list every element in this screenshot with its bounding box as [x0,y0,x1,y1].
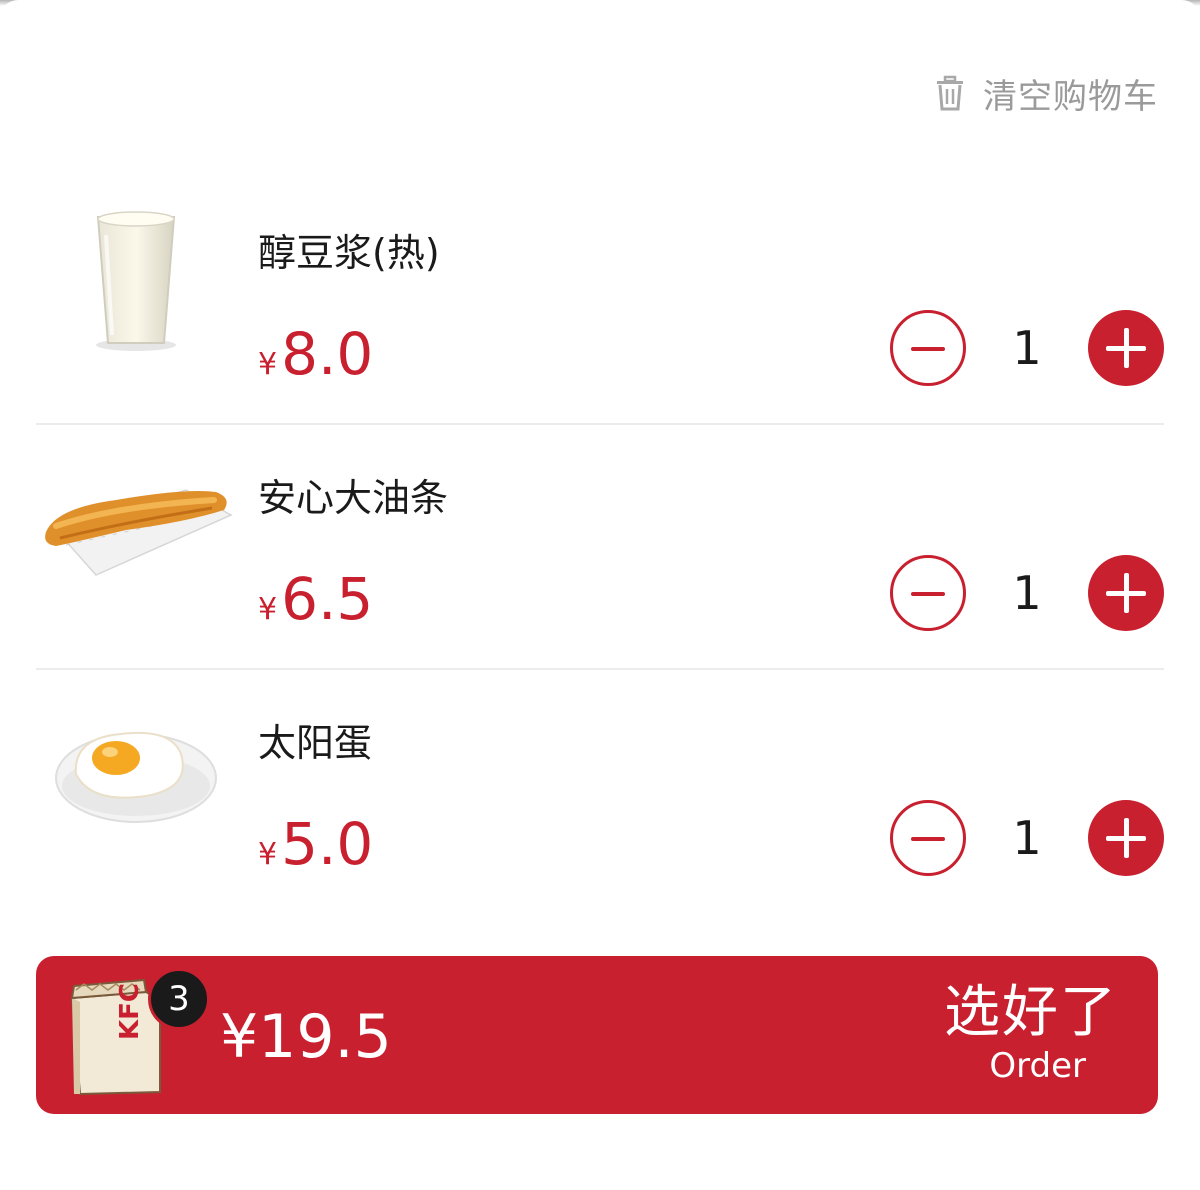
quantity-stepper: 1 [890,800,1164,876]
increase-button[interactable] [1088,800,1164,876]
quantity-value: 1 [1012,566,1042,620]
decrease-button[interactable] [890,310,966,386]
cart-page: 清空购物车 醇豆浆(热) ¥ 8.0 1 安心大油条 ¥ 6.5 1 太阳蛋 ¥… [0,0,1200,1190]
cart-item: 安心大油条 ¥ 6.5 1 [36,425,1164,670]
soy-milk-image [36,180,236,380]
item-name: 太阳蛋 [258,721,373,765]
bag-logo-text: KFC [115,983,145,1040]
order-bar: KFC 3 ¥19.5 选好了 Order [36,956,1158,1114]
decrease-button[interactable] [890,555,966,631]
trash-icon [937,75,963,111]
quantity-value: 1 [1012,321,1042,375]
item-name: 醇豆浆(热) [258,231,440,275]
currency-symbol: ¥ [258,592,278,627]
increase-button[interactable] [1088,310,1164,386]
item-price: ¥ 6.5 [258,565,373,633]
currency-symbol: ¥ [258,837,278,872]
order-button-en: Order [989,1046,1086,1086]
quantity-value: 1 [1012,811,1042,865]
cart-item: 醇豆浆(热) ¥ 8.0 1 [36,180,1164,425]
clear-cart-button[interactable]: 清空购物车 [935,68,1158,118]
quantity-stepper: 1 [890,310,1164,386]
fried-egg-image [36,670,236,870]
order-button-cn: 选好了 [944,980,1118,1045]
item-price: ¥ 8.0 [258,320,373,388]
currency-symbol: ¥ [258,347,278,382]
fried-dough-image [36,425,236,625]
item-name: 安心大油条 [258,476,449,520]
quantity-stepper: 1 [890,555,1164,631]
price-value: 8.0 [281,320,374,388]
increase-button[interactable] [1088,555,1164,631]
cart-item: 太阳蛋 ¥ 5.0 1 [36,670,1164,915]
cart-count-badge: 3 [148,968,210,1030]
order-button[interactable]: 选好了 Order [944,980,1118,1086]
decrease-button[interactable] [890,800,966,876]
item-price: ¥ 5.0 [258,810,373,878]
clear-cart-label: 清空购物车 [983,76,1158,117]
price-value: 5.0 [281,810,374,878]
cart-sheet: 清空购物车 醇豆浆(热) ¥ 8.0 1 安心大油条 ¥ 6.5 1 太阳蛋 ¥… [0,0,1200,1190]
price-value: 6.5 [281,565,374,633]
cart-total: ¥19.5 [220,1002,392,1072]
